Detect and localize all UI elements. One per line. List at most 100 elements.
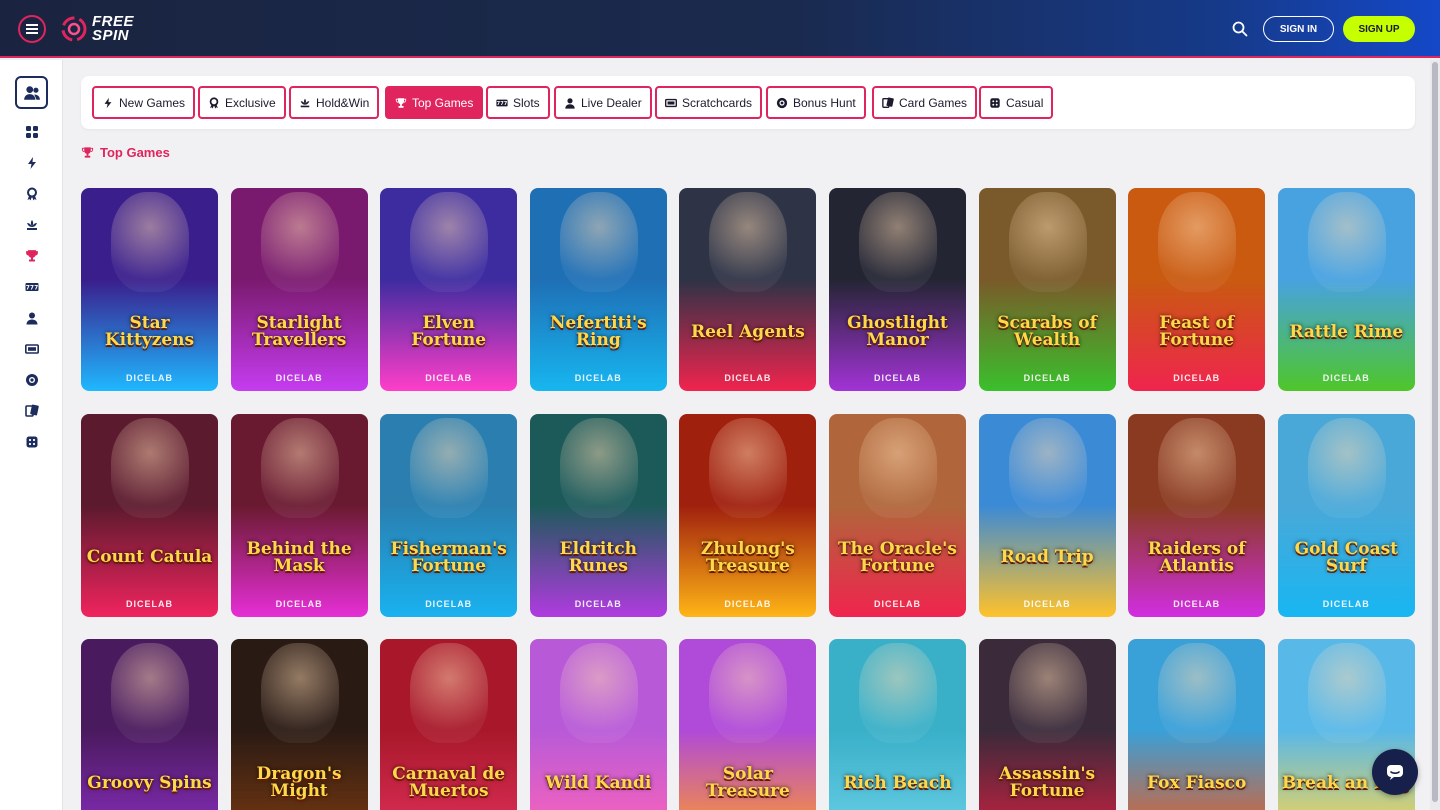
game-provider: DICELAB (1173, 373, 1221, 383)
character-silhouette (859, 192, 937, 292)
character-silhouette (1307, 643, 1386, 743)
game-title: Reel Agents (690, 321, 805, 342)
category-label: Top Games (412, 95, 474, 110)
character-silhouette (1158, 643, 1237, 743)
game-title: Wild Kandi (545, 772, 652, 793)
character-silhouette (709, 417, 788, 518)
sidebar: 777 (0, 60, 63, 810)
game-card[interactable]: Nefertiti's Ring DICELAB (529, 180, 667, 391)
sidebar-item-scratchcards[interactable] (22, 339, 42, 359)
game-card[interactable]: Assassin's FortuneDICELAB (978, 631, 1116, 810)
category-casual[interactable]: Casual (979, 86, 1054, 119)
game-provider: DICELAB (874, 598, 921, 609)
game-card[interactable]: Groovy SpinsDICELAB (81, 631, 218, 810)
game-card[interactable]: Ghostlight Manor DICELAB (829, 180, 966, 391)
game-card[interactable]: Raiders of Atlantis DICELAB (1128, 406, 1266, 617)
category-slots[interactable]: 777 Slots (486, 86, 550, 119)
game-provider: DICELAB (126, 373, 173, 383)
lotus-icon (27, 220, 37, 230)
game-card[interactable]: Star Kittyzens DICELAB (81, 180, 218, 391)
game-card[interactable]: Feast of Fortune DICELAB (1128, 180, 1266, 391)
game-title: Assassin's Fortune (999, 764, 1096, 801)
game-card[interactable]: Wild KandiDICELAB (529, 631, 667, 810)
game-card[interactable]: Dragon's MightDICELAB (230, 631, 368, 810)
character-silhouette (859, 417, 937, 518)
game-title: Star Kittyzens (104, 313, 195, 350)
sidebar-item-card-games[interactable] (22, 401, 42, 421)
game-card[interactable]: Elven Fortune DICELAB (380, 180, 518, 391)
game-title: Elven Fortune (411, 313, 487, 350)
game-title: Rattle Rime (1289, 321, 1404, 342)
game-card[interactable]: Rich BeachDICELAB (829, 631, 966, 810)
game-card[interactable]: Starlight Travellers DICELAB (230, 180, 368, 391)
chat-bubble-icon (1387, 765, 1403, 780)
sidebar-item-casual[interactable] (22, 432, 42, 452)
game-card[interactable]: Road Trip DICELAB (978, 406, 1116, 617)
game-card[interactable]: Carnaval de MuertosDICELAB (380, 631, 518, 810)
category-label: Hold&Win (316, 95, 370, 110)
scrollbar-thumb[interactable] (1432, 62, 1438, 802)
character-silhouette (1008, 417, 1087, 518)
sidebar-item-new-games[interactable] (22, 153, 42, 173)
hamburger-menu-button[interactable] (18, 15, 46, 43)
sidebar-item-lobby[interactable] (15, 76, 48, 109)
game-card[interactable]: Solar TreasureDICELAB (679, 631, 817, 810)
medal-icon (27, 187, 37, 201)
game-card[interactable]: Fisherman's Fortune DICELAB (380, 406, 518, 617)
sidebar-item-all-games[interactable] (22, 122, 42, 142)
live-chat-button[interactable] (1372, 749, 1418, 795)
game-title: Gold Coast Surf (1294, 538, 1399, 576)
game-card[interactable]: Gold Coast Surf DICELAB (1277, 406, 1415, 617)
character-silhouette (1008, 192, 1087, 292)
game-title: Starlight Travellers (251, 313, 347, 350)
game-provider: DICELAB (574, 373, 622, 383)
game-card[interactable]: Count Catula DICELAB (81, 406, 218, 617)
sidebar-item-bonus-hunt[interactable] (22, 370, 42, 390)
logo-line-2: SPIN (92, 27, 130, 44)
sidebar-item-live-dealer[interactable] (22, 308, 42, 328)
game-card[interactable]: Scarabs of Wealth DICELAB (978, 180, 1116, 391)
game-card[interactable]: Eldritch Runes DICELAB (529, 406, 667, 617)
category-bonus-hunt[interactable]: Bonus Hunt (766, 86, 866, 119)
game-card[interactable]: Reel Agents DICELAB (679, 180, 817, 391)
game-title: Solar Treasure (705, 764, 790, 801)
game-title: Carnaval de Muertos (392, 764, 506, 801)
character-silhouette (260, 417, 339, 518)
logo-text: FREE SPIN (92, 14, 134, 44)
search-icon[interactable] (1232, 21, 1248, 37)
category-live-dealer[interactable]: Live Dealer (554, 86, 652, 119)
slot-777-icon: 777 (25, 283, 39, 292)
logo[interactable]: FREE SPIN (58, 12, 134, 46)
sidebar-item-top-games[interactable] (22, 246, 42, 266)
sidebar-item-slots[interactable]: 777 (22, 277, 42, 297)
category-hold-win[interactable]: Hold&Win (289, 86, 380, 119)
sidebar-item-exclusive[interactable] (22, 184, 42, 204)
trophy-icon (26, 250, 38, 262)
game-provider: DICELAB (724, 373, 772, 383)
game-card[interactable]: The Oracle's Fortune DICELAB (829, 406, 966, 617)
ticket-icon (25, 344, 39, 354)
game-card[interactable]: Rattle Rime DICELAB (1277, 180, 1415, 391)
game-provider: DICELAB (1023, 373, 1071, 383)
category-top-games[interactable]: Top Games (385, 86, 484, 119)
character-silhouette (709, 643, 788, 743)
category-label: Slots (513, 95, 540, 110)
character-silhouette (260, 643, 339, 743)
category-label: Card Games (899, 95, 968, 110)
character-silhouette (559, 643, 638, 743)
category-exclusive[interactable]: Exclusive (198, 86, 286, 119)
game-card[interactable]: Behind the Mask DICELAB (230, 406, 368, 617)
category-new-games[interactable]: New Games (92, 86, 196, 119)
character-silhouette (859, 643, 937, 743)
game-card[interactable]: Zhulong's Treasure DICELAB (679, 406, 817, 617)
sign-in-button[interactable]: SIGN IN (1263, 16, 1334, 42)
ticket-icon (665, 98, 677, 107)
sign-up-button[interactable]: SIGN UP (1343, 16, 1415, 42)
game-title: Eldritch Runes (559, 538, 637, 576)
category-scratchcards[interactable]: Scratchcards (655, 86, 763, 119)
game-card[interactable]: Fox FiascoDICELAB (1128, 631, 1266, 810)
category-label: Live Dealer (581, 95, 642, 110)
sidebar-item-hold-win[interactable] (22, 215, 42, 235)
dice-icon (990, 97, 1000, 108)
category-card-games[interactable]: Card Games (872, 86, 978, 119)
